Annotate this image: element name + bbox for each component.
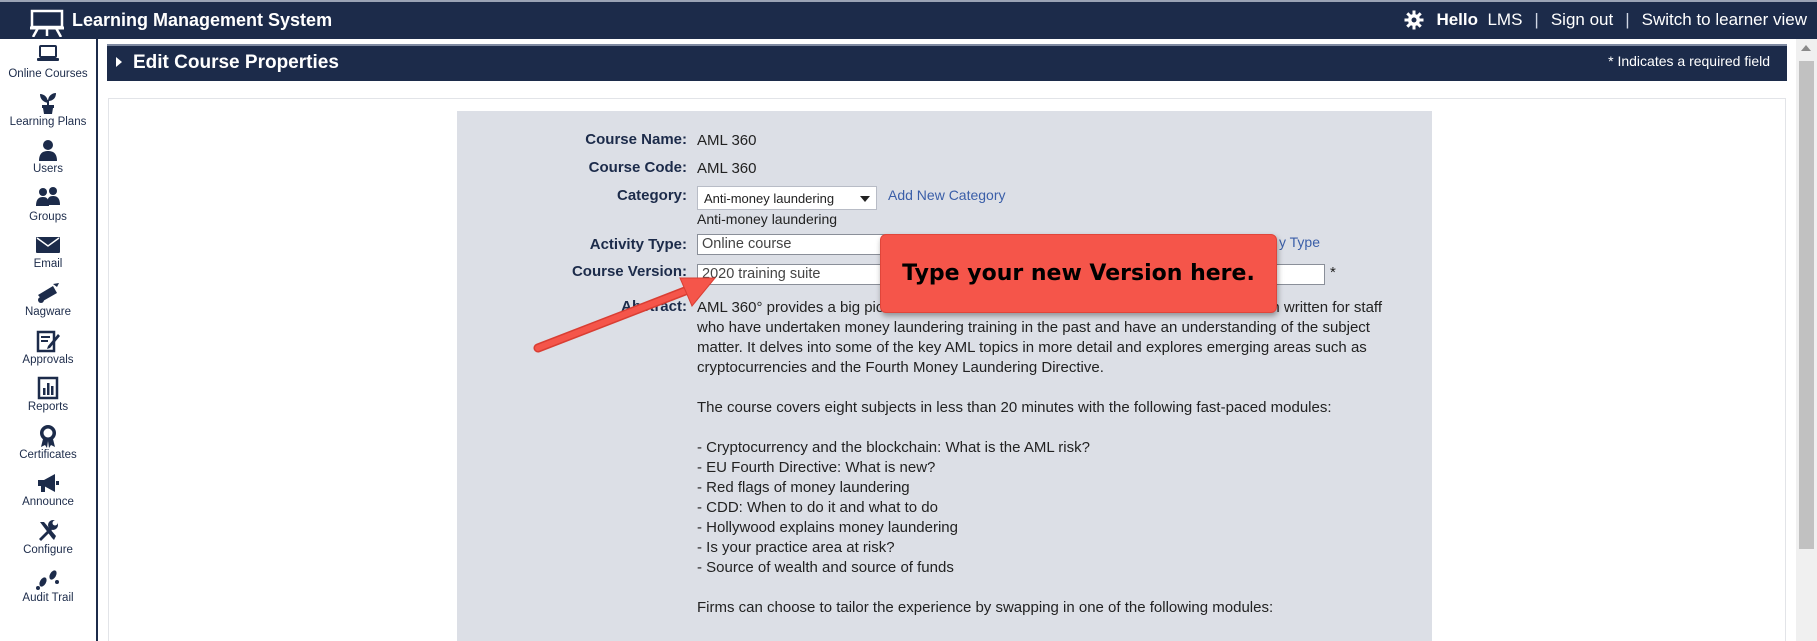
list-item: - Source of wealth and source of funds — [697, 559, 954, 576]
sidebar-item-email[interactable]: Email — [0, 229, 96, 277]
list-item: - EU Fourth Directive: What is new? — [697, 459, 936, 476]
tools-icon — [39, 519, 58, 541]
course-version-label: Course Version: — [571, 263, 687, 280]
separator: | — [1625, 10, 1630, 29]
abstract-p1-end: n written for staff — [1271, 299, 1382, 316]
activity-type-link[interactable]: y Type — [1279, 234, 1320, 250]
category-selected-value: Anti-money laundering — [704, 191, 835, 206]
scrollbar-thumb[interactable] — [1799, 61, 1814, 549]
sidebar-item-label: Reports — [27, 401, 69, 414]
required-star: * — [1330, 264, 1336, 281]
footprints-icon — [36, 569, 59, 590]
abstract-text: AML 360° provides a big pic n written for… — [697, 298, 1407, 638]
sign-out-link[interactable]: Sign out — [1551, 10, 1613, 30]
abstract-p1-rest: who have undertaken money laundering tra… — [697, 319, 1370, 376]
sidebar-item-reports[interactable]: Reports — [0, 372, 96, 420]
chevron-down-icon — [860, 196, 870, 202]
bell-icon — [38, 282, 59, 303]
add-new-category-link[interactable]: Add New Category — [888, 187, 1006, 203]
separator: | — [1534, 10, 1539, 29]
group-icon — [36, 186, 60, 206]
sidebar-item-label: Configure — [23, 543, 73, 556]
award-icon — [40, 424, 56, 448]
laptop-icon — [37, 45, 59, 61]
abstract-paragraph: Firms can choose to tailor the experienc… — [697, 599, 1274, 616]
course-name-label: Course Name: — [585, 131, 687, 148]
envelope-icon — [36, 237, 60, 254]
sidebar-item-approvals[interactable]: Approvals — [0, 325, 96, 373]
sidebar-item-users[interactable]: Users — [0, 134, 96, 182]
required-field-note: * Indicates a required field — [1608, 53, 1770, 69]
sidebar-item-label: Online Courses — [8, 68, 88, 80]
sidebar-item-label: Certificates — [19, 448, 77, 461]
sidebar-item-certificates[interactable]: Certificates — [0, 420, 96, 468]
abstract-paragraph: The course covers eight subjects in less… — [697, 399, 1332, 416]
course-code-value: AML 360 — [697, 160, 757, 177]
list-item: - CDD: When to do it and what to do — [697, 499, 938, 516]
list-item: - Red flags of money laundering — [697, 479, 910, 496]
course-name-value: AML 360 — [697, 132, 757, 149]
hello-text: Hello — [1436, 10, 1478, 29]
sidebar: Online Courses Learning Plans Users Grou… — [0, 39, 98, 641]
category-select[interactable]: Anti-money laundering — [697, 186, 877, 210]
sidebar-item-learning-plans[interactable]: Learning Plans — [0, 87, 96, 135]
megaphone-icon — [38, 474, 59, 493]
abstract-label: Abstract: — [621, 298, 687, 315]
chart-icon — [37, 376, 59, 400]
module-list: - Cryptocurrency and the blockchain: Wha… — [697, 438, 1407, 578]
list-item: - Hollywood explains money laundering — [697, 519, 958, 536]
list-item: - Cryptocurrency and the blockchain: Wha… — [697, 439, 1090, 456]
sidebar-item-label: Nagware — [24, 305, 72, 318]
activity-type-field[interactable]: Online course — [697, 234, 893, 255]
page-title: Edit Course Properties — [133, 52, 339, 73]
section-header[interactable]: Edit Course Properties * Indicates a req… — [107, 44, 1787, 81]
sidebar-item-announce[interactable]: Announce — [0, 467, 96, 515]
sidebar-item-online-courses[interactable]: Online Courses — [0, 39, 96, 87]
gear-icon[interactable] — [1404, 10, 1424, 30]
vertical-scrollbar[interactable] — [1796, 39, 1817, 641]
list-item: - Is your practice area at risk? — [697, 539, 895, 556]
category-display-value: Anti-money laundering — [697, 211, 838, 227]
abstract-p1-start: AML 360° provides a big pic — [697, 299, 884, 316]
user-icon — [39, 140, 57, 162]
category-label: Category: — [616, 187, 687, 204]
sidebar-item-label: Approvals — [22, 353, 74, 366]
sidebar-item-label: Learning Plans — [9, 115, 87, 128]
sidebar-item-nagware[interactable]: Nagware — [0, 277, 96, 325]
approval-icon — [36, 330, 60, 352]
switch-to-learner-view-link[interactable]: Switch to learner view — [1642, 10, 1807, 30]
tutorial-callout: Type your new Version here. — [880, 234, 1277, 313]
username: LMS — [1487, 10, 1523, 29]
top-bar: Learning Management System Hello LMS | S… — [0, 0, 1817, 39]
sidebar-item-label: Audit Trail — [22, 591, 74, 604]
expand-triangle-icon[interactable] — [116, 57, 122, 67]
sidebar-item-audit-trail[interactable]: Audit Trail — [0, 563, 96, 611]
scroll-up-arrow-icon[interactable] — [1801, 45, 1811, 51]
sidebar-item-groups[interactable]: Groups — [0, 182, 96, 230]
course-code-label: Course Code: — [588, 159, 687, 176]
sidebar-item-label: Groups — [29, 210, 67, 223]
sidebar-item-label: Email — [33, 258, 63, 271]
sidebar-item-label: Announce — [22, 496, 74, 509]
sidebar-item-configure[interactable]: Configure — [0, 515, 96, 563]
sidebar-item-label: Users — [32, 163, 64, 176]
presentation-board-icon — [30, 9, 64, 37]
app-title: Learning Management System — [72, 10, 333, 30]
user-menu: Hello LMS | Sign out | Switch to learner… — [1404, 10, 1807, 30]
plant-icon — [40, 92, 56, 114]
activity-type-label: Activity Type: — [589, 236, 687, 253]
